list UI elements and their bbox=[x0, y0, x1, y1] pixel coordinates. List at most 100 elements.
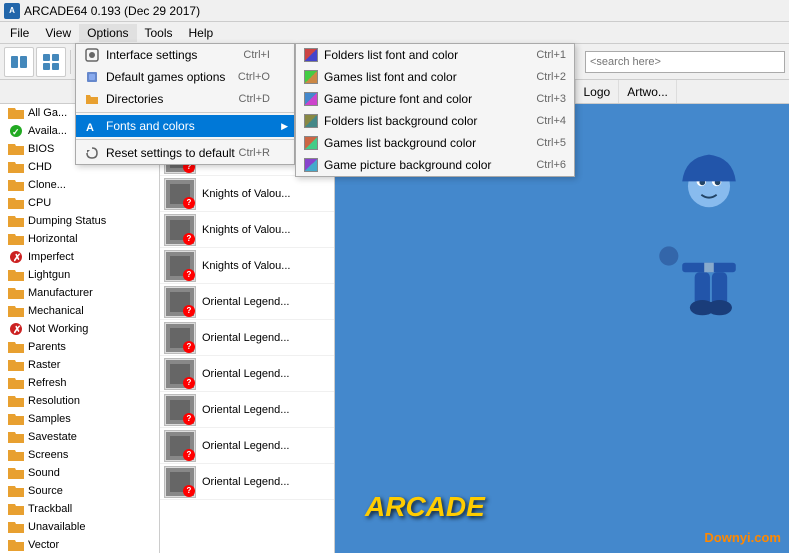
sidebar-label-resolution: Resolution bbox=[28, 395, 80, 407]
options-default[interactable]: Default games options Ctrl+O bbox=[76, 66, 294, 88]
sidebar-label-cpu: CPU bbox=[28, 197, 51, 209]
game-title: Knights of Valou... bbox=[202, 188, 290, 200]
sidebar-item-source[interactable]: Source bbox=[0, 482, 159, 500]
sidebar-icon-bios bbox=[8, 141, 24, 157]
error-badge: ? bbox=[183, 377, 195, 389]
fonts-games-font[interactable]: Games list font and color Ctrl+2 bbox=[296, 66, 574, 88]
sidebar-label-clones: Clone... bbox=[28, 179, 66, 191]
game-row[interactable]: ?Oriental Legend... bbox=[160, 284, 334, 320]
game-row[interactable]: ? Knights of Valou... bbox=[160, 176, 334, 212]
color-icon-6 bbox=[304, 158, 318, 172]
options-reset-shortcut: Ctrl+R bbox=[239, 147, 286, 159]
sidebar-item-sound[interactable]: Sound bbox=[0, 464, 159, 482]
options-fonts[interactable]: A Fonts and colors bbox=[76, 115, 294, 137]
menu-options[interactable]: Options bbox=[79, 24, 136, 42]
game-title: Oriental Legend... bbox=[202, 476, 289, 488]
fonts-games-bg[interactable]: Games list background color Ctrl+5 bbox=[296, 132, 574, 154]
sidebar-item-raster[interactable]: Raster bbox=[0, 356, 159, 374]
color-icon-5 bbox=[304, 136, 318, 150]
sidebar-item-cpu[interactable]: CPU bbox=[0, 194, 159, 212]
sidebar-icon-savestate bbox=[8, 429, 24, 445]
sidebar-label-horizontal: Horizontal bbox=[28, 233, 78, 245]
fonts-submenu: Folders list font and color Ctrl+1 Games… bbox=[295, 43, 575, 177]
options-reset-label: Reset settings to default bbox=[106, 146, 235, 160]
sidebar-icon-chd bbox=[8, 159, 24, 175]
fonts-picture-font[interactable]: Game picture font and color Ctrl+3 bbox=[296, 88, 574, 110]
game-thumbnail: ? bbox=[164, 322, 196, 354]
sidebar-item-clones[interactable]: Clone... bbox=[0, 176, 159, 194]
color-icon-2 bbox=[304, 70, 318, 84]
game-title: Oriental Legend... bbox=[202, 440, 289, 452]
game-row[interactable]: ?Knights of Valou... bbox=[160, 212, 334, 248]
sidebar-icon-source bbox=[8, 483, 24, 499]
sidebar-icon-clones bbox=[8, 177, 24, 193]
fonts-picture-bg-label: Game picture background color bbox=[324, 158, 491, 172]
game-row[interactable]: ? Oriental Legend... bbox=[160, 320, 334, 356]
menu-view[interactable]: View bbox=[37, 24, 79, 42]
game-row[interactable]: ?Knights of Valou... bbox=[160, 248, 334, 284]
sidebar-item-horizontal[interactable]: Horizontal bbox=[0, 230, 159, 248]
game-row[interactable]: ?Oriental Legend... bbox=[160, 428, 334, 464]
options-interface-label: Interface settings bbox=[106, 48, 197, 62]
sidebar-icon-samples bbox=[8, 411, 24, 427]
sidebar-item-resolution[interactable]: Resolution bbox=[0, 392, 159, 410]
fonts-folders-bg-label: Folders list background color bbox=[324, 114, 477, 128]
sidebar-item-samples[interactable]: Samples bbox=[0, 410, 159, 428]
fonts-picture-bg-shortcut: Ctrl+6 bbox=[536, 159, 566, 171]
fonts-picture-bg[interactable]: Game picture background color Ctrl+6 bbox=[296, 154, 574, 176]
sidebar-label-bios: BIOS bbox=[28, 143, 54, 155]
sidebar-item-dumping[interactable]: Dumping Status bbox=[0, 212, 159, 230]
fonts-games-bg-shortcut: Ctrl+5 bbox=[536, 137, 566, 149]
sidebar-item-parents[interactable]: Parents bbox=[0, 338, 159, 356]
sidebar-item-savestate[interactable]: Savestate bbox=[0, 428, 159, 446]
color-icon-4 bbox=[304, 114, 318, 128]
options-interface[interactable]: Interface settings Ctrl+I bbox=[76, 44, 294, 66]
fonts-folders-bg[interactable]: Folders list background color Ctrl+4 bbox=[296, 110, 574, 132]
app-icon: A bbox=[4, 3, 20, 19]
sidebar-icon-dumping bbox=[8, 213, 24, 229]
toolbar-btn-1[interactable] bbox=[4, 47, 34, 77]
game-title: Oriental Legend... bbox=[202, 332, 289, 344]
sidebar-item-vector[interactable]: Vector bbox=[0, 536, 159, 553]
menu-help[interactable]: Help bbox=[181, 24, 222, 42]
sidebar-icon-screens bbox=[8, 447, 24, 463]
sidebar-item-lightgun[interactable]: Lightgun bbox=[0, 266, 159, 284]
col-logo[interactable]: Logo bbox=[576, 80, 620, 103]
menu-file[interactable]: File bbox=[2, 24, 37, 42]
sidebar-item-notworking[interactable]: ✗Not Working bbox=[0, 320, 159, 338]
sidebar-item-refresh[interactable]: Refresh bbox=[0, 374, 159, 392]
col-artwork[interactable]: Artwo... bbox=[619, 80, 677, 103]
game-row[interactable]: ? Oriental Legend... bbox=[160, 464, 334, 500]
menu-tools[interactable]: Tools bbox=[137, 24, 181, 42]
toolbar-btn-2[interactable] bbox=[36, 47, 66, 77]
options-directories-shortcut: Ctrl+D bbox=[239, 93, 286, 105]
game-title: Knights of Valou... bbox=[202, 260, 290, 272]
sidebar-icon-resolution bbox=[8, 393, 24, 409]
sidebar-item-unavailable[interactable]: Unavailable bbox=[0, 518, 159, 536]
fonts-folders-bg-shortcut: Ctrl+4 bbox=[536, 115, 566, 127]
options-reset[interactable]: Reset settings to default Ctrl+R bbox=[76, 142, 294, 164]
options-directories[interactable]: Directories Ctrl+D bbox=[76, 88, 294, 110]
sidebar-label-samples: Samples bbox=[28, 413, 71, 425]
sidebar-item-trackball[interactable]: Trackball bbox=[0, 500, 159, 518]
sidebar-item-screens[interactable]: Screens bbox=[0, 446, 159, 464]
game-thumbnail: ? bbox=[164, 394, 196, 426]
error-badge: ? bbox=[183, 341, 195, 353]
fonts-folders-font[interactable]: Folders list font and color Ctrl+1 bbox=[296, 44, 574, 66]
sidebar-label-chd: CHD bbox=[28, 161, 52, 173]
error-badge: ? bbox=[183, 485, 195, 497]
sidebar-label-trackball: Trackball bbox=[28, 503, 72, 515]
game-row[interactable]: ?Oriental Legend... bbox=[160, 392, 334, 428]
sidebar-item-imperfect[interactable]: ✗Imperfect bbox=[0, 248, 159, 266]
sidebar-icon-available: ✓ bbox=[8, 123, 24, 139]
svg-text:A: A bbox=[86, 122, 94, 133]
sidebar-label-all: All Ga... bbox=[28, 107, 67, 119]
options-sep-1 bbox=[76, 112, 294, 113]
game-thumbnail: ? bbox=[164, 178, 196, 210]
sidebar-item-manufacturer[interactable]: Manufacturer bbox=[0, 284, 159, 302]
search-input[interactable] bbox=[585, 51, 785, 73]
game-row[interactable]: ?Oriental Legend... bbox=[160, 356, 334, 392]
sidebar-item-mechanical[interactable]: Mechanical bbox=[0, 302, 159, 320]
error-badge: ? bbox=[183, 233, 195, 245]
options-sep-2 bbox=[76, 139, 294, 140]
